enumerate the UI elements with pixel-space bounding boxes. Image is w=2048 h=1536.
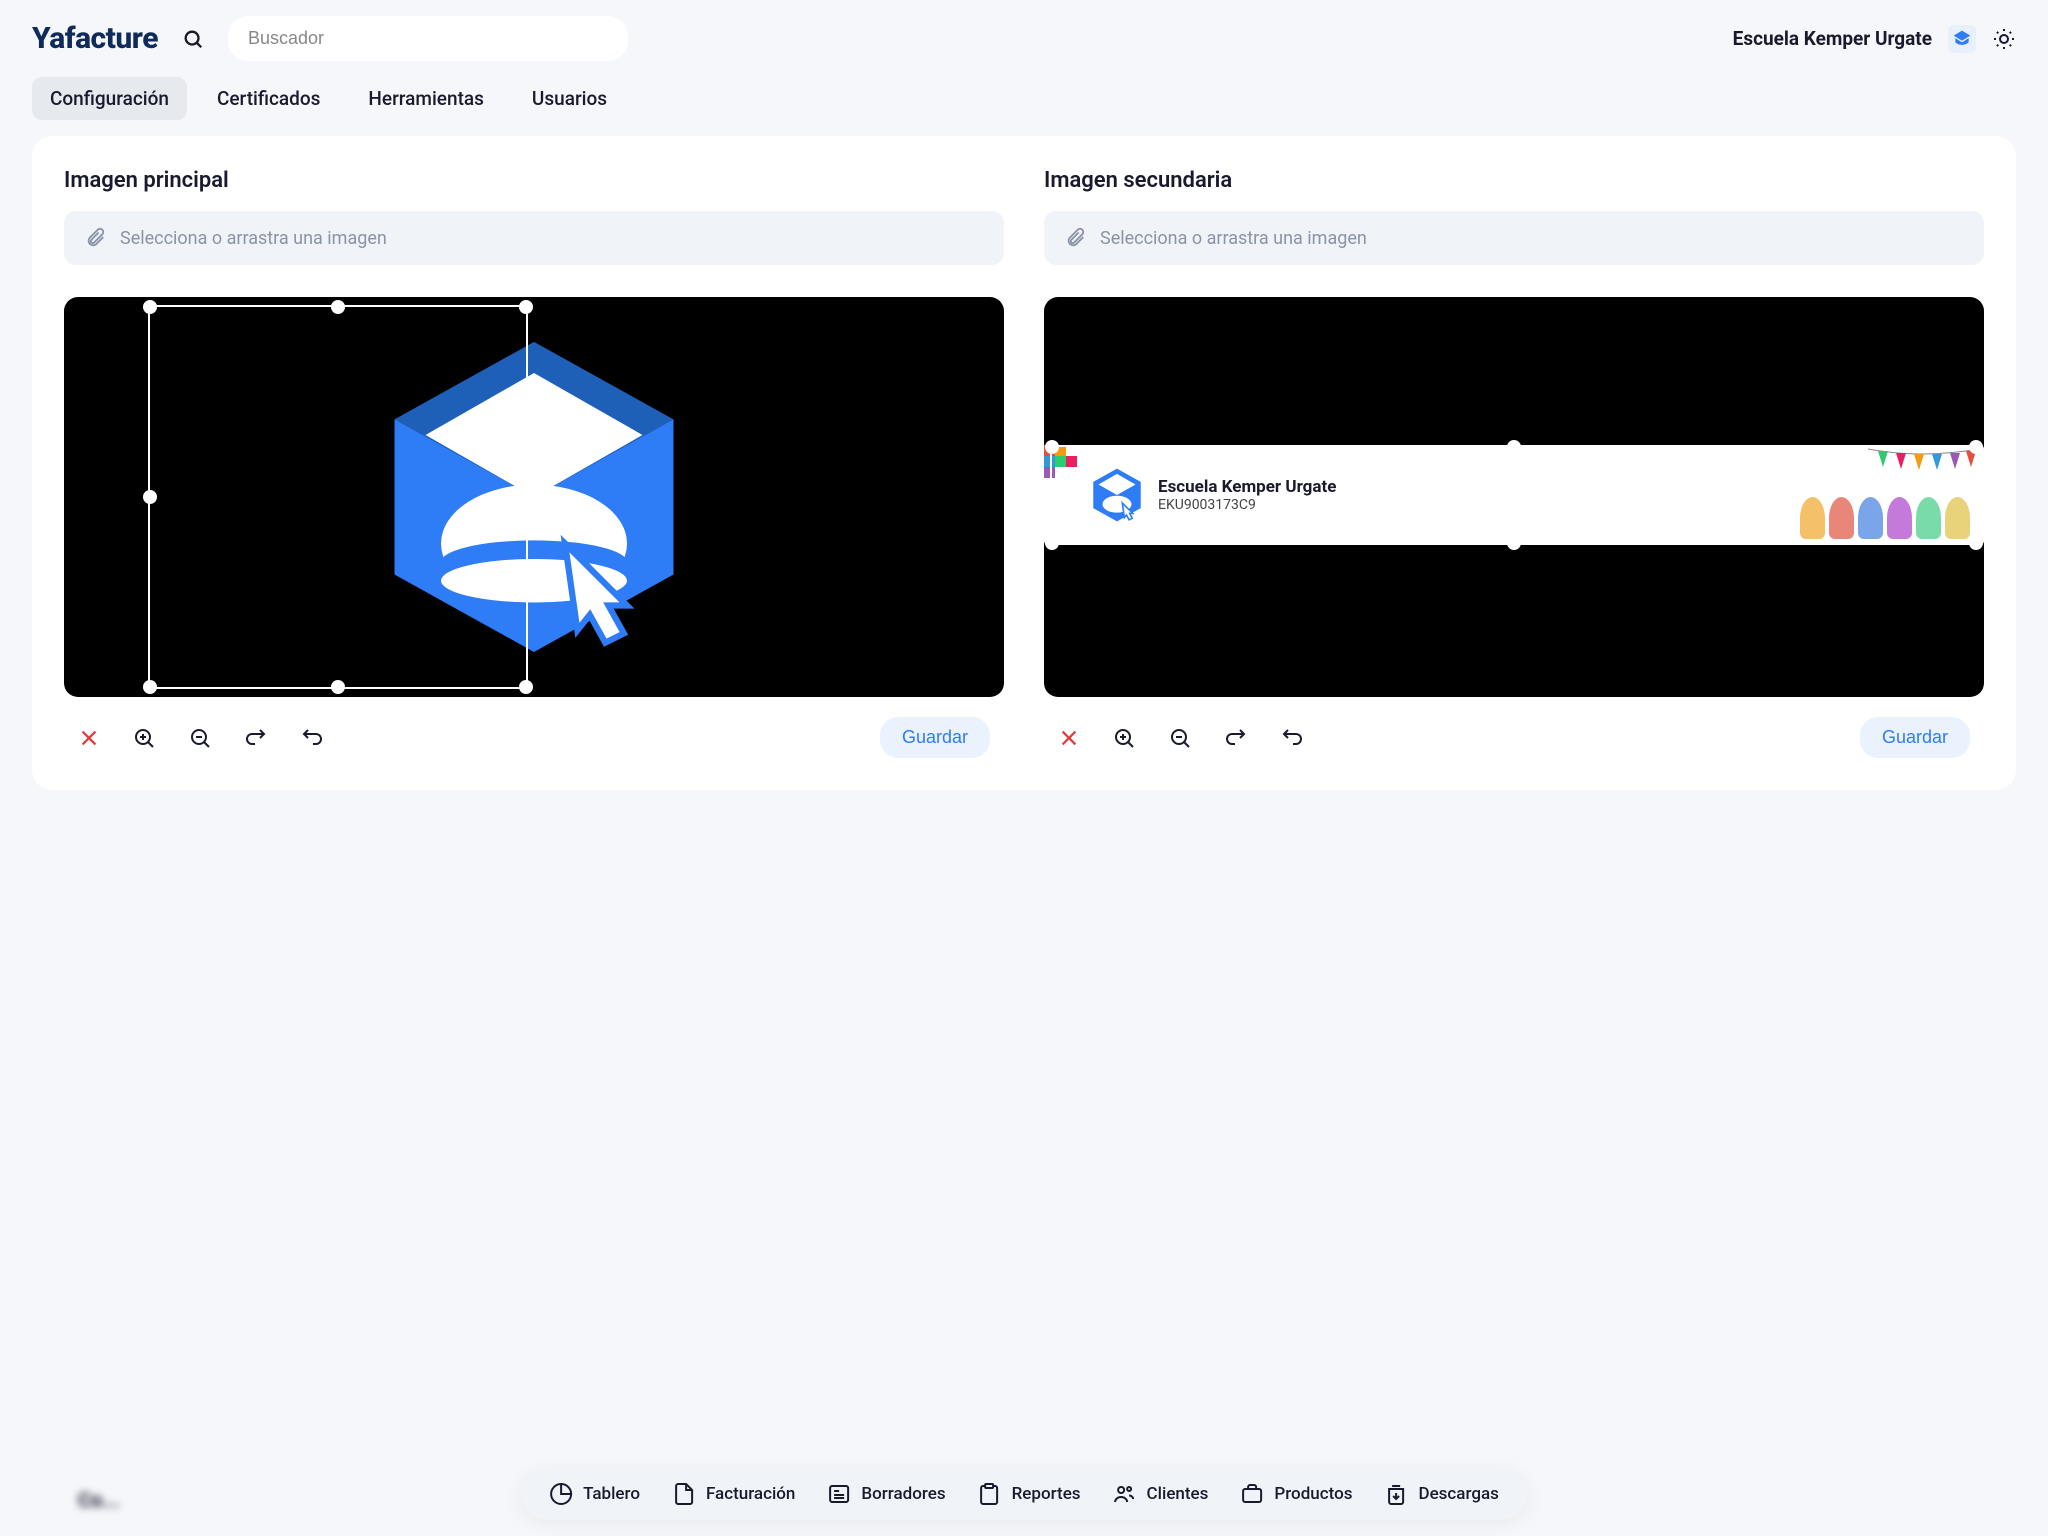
crop-handle[interactable] <box>1045 440 1059 454</box>
search-icon[interactable] <box>182 28 204 50</box>
crop-handle[interactable] <box>143 680 157 694</box>
crop-handle[interactable] <box>519 490 533 504</box>
theme-toggle-icon[interactable] <box>1992 27 2016 51</box>
primary-image-dropzone[interactable]: Selecciona o arrastra una imagen <box>64 211 1004 265</box>
crop-selection[interactable] <box>148 305 528 689</box>
nav-facturacion[interactable]: Facturación <box>672 1482 795 1506</box>
nav-label: Reportes <box>1012 1484 1081 1504</box>
paperclip-icon <box>1064 227 1086 249</box>
secondary-dropzone-text: Selecciona o arrastra una imagen <box>1100 228 1367 249</box>
users-icon <box>1113 1482 1137 1506</box>
redo-icon[interactable] <box>244 726 268 750</box>
org-name: Escuela Kemper Urgate <box>1733 27 1932 50</box>
nav-reportes[interactable]: Reportes <box>978 1482 1081 1506</box>
crop-handle[interactable] <box>1507 536 1521 550</box>
nav-borradores[interactable]: Borradores <box>827 1482 945 1506</box>
org-avatar-icon[interactable] <box>1948 25 1976 53</box>
delete-icon[interactable] <box>78 727 100 749</box>
top-tabs: Configuración Certificados Herramientas … <box>0 77 2048 136</box>
crop-handle[interactable] <box>143 490 157 504</box>
nav-label: Borradores <box>861 1484 945 1504</box>
pie-chart-icon <box>549 1482 573 1506</box>
delete-icon[interactable] <box>1058 727 1080 749</box>
nav-label: Productos <box>1274 1484 1352 1504</box>
crop-handle[interactable] <box>1045 488 1059 502</box>
nav-label: Tablero <box>583 1484 640 1504</box>
crop-handle[interactable] <box>143 300 157 314</box>
secondary-image-dropzone[interactable]: Selecciona o arrastra una imagen <box>1044 211 1984 265</box>
nav-descargas[interactable]: Descargas <box>1384 1482 1498 1506</box>
primary-save-button[interactable]: Guardar <box>880 717 990 758</box>
zoom-in-icon[interactable] <box>132 726 156 750</box>
zoom-in-icon[interactable] <box>1112 726 1136 750</box>
news-icon <box>827 1482 851 1506</box>
crop-handle[interactable] <box>1969 536 1983 550</box>
zoom-out-icon[interactable] <box>1168 726 1192 750</box>
secondary-image-title: Imagen secundaria <box>1044 168 1984 193</box>
brand-logo[interactable]: Yafacture <box>32 21 158 56</box>
briefcase-icon <box>1240 1482 1264 1506</box>
crop-handle[interactable] <box>331 300 345 314</box>
download-icon <box>1384 1482 1408 1506</box>
primary-image-title: Imagen principal <box>64 168 1004 193</box>
tab-herramientas[interactable]: Herramientas <box>350 77 502 120</box>
tab-certificados[interactable]: Certificados <box>199 77 338 120</box>
nav-tablero[interactable]: Tablero <box>549 1482 640 1506</box>
search-input[interactable] <box>228 16 628 61</box>
truncated-section-heading: Co... <box>78 1488 120 1512</box>
crop-handle[interactable] <box>1969 488 1983 502</box>
crop-handle[interactable] <box>1969 440 1983 454</box>
clipboard-icon <box>978 1482 1002 1506</box>
paperclip-icon <box>84 227 106 249</box>
secondary-image-preview[interactable]: Escuela Kemper Urgate EKU9003173C9 <box>1044 297 1984 697</box>
crop-handle[interactable] <box>1507 440 1521 454</box>
redo-icon[interactable] <box>1224 726 1248 750</box>
document-icon <box>672 1482 696 1506</box>
nav-label: Facturación <box>706 1484 795 1504</box>
undo-icon[interactable] <box>300 726 324 750</box>
tab-configuracion[interactable]: Configuración <box>32 77 187 120</box>
nav-label: Descargas <box>1418 1484 1498 1504</box>
crop-handle[interactable] <box>331 680 345 694</box>
primary-image-preview[interactable] <box>64 297 1004 697</box>
nav-label: Clientes <box>1147 1484 1209 1504</box>
crop-handle[interactable] <box>1045 536 1059 550</box>
crop-selection[interactable] <box>1050 445 1978 545</box>
zoom-out-icon[interactable] <box>188 726 212 750</box>
nav-clientes[interactable]: Clientes <box>1113 1482 1209 1506</box>
secondary-save-button[interactable]: Guardar <box>1860 717 1970 758</box>
undo-icon[interactable] <box>1280 726 1304 750</box>
primary-image-section: Imagen principal Selecciona o arrastra u… <box>64 168 1004 758</box>
nav-productos[interactable]: Productos <box>1240 1482 1352 1506</box>
primary-dropzone-text: Selecciona o arrastra una imagen <box>120 228 387 249</box>
tab-usuarios[interactable]: Usuarios <box>514 77 625 120</box>
bottom-nav: Tablero Facturación Borradores Reportes … <box>521 1468 1527 1520</box>
crop-handle[interactable] <box>519 680 533 694</box>
crop-handle[interactable] <box>519 300 533 314</box>
secondary-image-section: Imagen secundaria Selecciona o arrastra … <box>1044 168 1984 758</box>
